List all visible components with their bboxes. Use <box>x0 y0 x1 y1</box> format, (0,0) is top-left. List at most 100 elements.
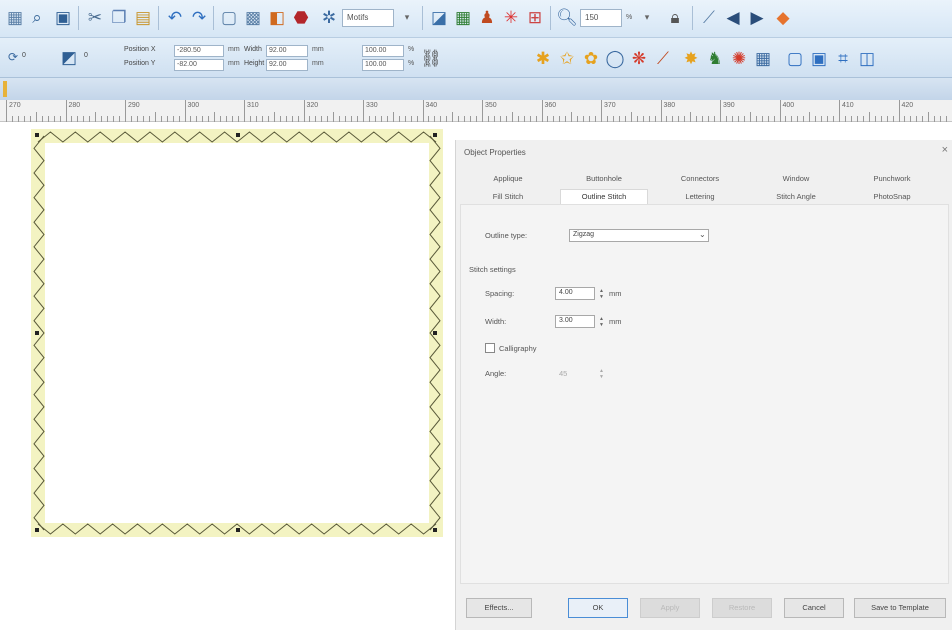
tab-window[interactable]: Window <box>752 172 840 186</box>
grid-icon[interactable]: ⊞ <box>524 6 546 28</box>
tab-punchwork[interactable]: Punchwork <box>848 172 936 186</box>
embroidery-view-icon[interactable]: ▦ <box>452 6 474 28</box>
width-label: Width <box>244 46 262 53</box>
selection-handle-left[interactable] <box>35 331 39 335</box>
cancel-button[interactable]: Cancel <box>784 598 844 618</box>
outline-type-select[interactable]: Zigzag <box>569 229 709 242</box>
recenter-icon[interactable]: ✳ <box>500 6 522 28</box>
width-stepper[interactable]: ▲ ▼ <box>597 315 606 328</box>
ruler-tick <box>154 112 156 122</box>
object-count: 0 <box>84 52 88 59</box>
cut-icon[interactable]: ✂ <box>84 6 106 28</box>
width-field[interactable]: 3.00 <box>555 315 595 328</box>
spacing-stepper[interactable]: ▲ ▼ <box>597 287 606 300</box>
zoom-icon[interactable]: 🔍︎ <box>556 6 578 28</box>
motif-dropdown[interactable]: Motifs <box>342 9 394 27</box>
selection-handle-bottom-right[interactable] <box>433 528 437 532</box>
artwork-view-icon[interactable]: ◪ <box>428 6 450 28</box>
chevron-down-icon[interactable]: ▾ <box>396 6 418 28</box>
rotate-icon[interactable]: ⟳ <box>2 46 24 68</box>
calligraphy-checkbox[interactable] <box>485 343 495 353</box>
selection-handle-top-left[interactable] <box>35 133 39 137</box>
tab-lettering[interactable]: Lettering <box>656 190 744 204</box>
stitch-player-icon[interactable]: ✲ <box>318 6 340 28</box>
select-object-icon[interactable]: ▢ <box>218 6 240 28</box>
save-icon[interactable]: ▣ <box>52 6 74 28</box>
tab-stitch-angle[interactable]: Stitch Angle <box>752 190 840 204</box>
band-grip[interactable] <box>3 81 7 97</box>
next-icon[interactable]: ▶ <box>746 6 768 28</box>
zoom-box-icon[interactable]: ⌕ <box>26 6 48 28</box>
frame-icon[interactable]: ▢ <box>784 47 806 69</box>
tab-fill-stitch[interactable]: Fill Stitch <box>464 190 552 204</box>
lock-icon[interactable]: 🔒︎ <box>664 6 686 28</box>
percent-label: % <box>408 60 415 67</box>
ruler-tick <box>898 100 900 122</box>
stop-sequence-icon[interactable]: ⬣ <box>290 6 312 28</box>
stitch-settings-label: Stitch settings <box>469 265 516 274</box>
tab-photosnap[interactable]: PhotoSnap <box>848 190 936 204</box>
card-icon[interactable]: ▣ <box>808 47 830 69</box>
ruler-number: 290 <box>128 102 140 109</box>
redo-icon[interactable]: ↷ <box>188 6 210 28</box>
scale-height-field[interactable]: 100.00 <box>362 59 404 71</box>
bird-icon[interactable]: ♞ <box>704 47 726 69</box>
grid-icon[interactable]: ⌗ <box>832 47 854 69</box>
object-size-icon[interactable]: ◩ <box>58 46 80 68</box>
previous-icon[interactable]: ◀ <box>722 6 744 28</box>
pattern-icon[interactable]: ❋ <box>628 47 650 69</box>
zoom-field[interactable]: 150 <box>580 9 622 27</box>
ruler-tick <box>571 112 573 122</box>
ruler-number: 310 <box>247 102 259 109</box>
shape-icon[interactable]: ✸ <box>680 47 702 69</box>
tab-connectors[interactable]: Connectors <box>656 172 744 186</box>
restore-button[interactable]: Restore <box>712 598 772 618</box>
proportional-lock-icon[interactable]: ⛓ <box>420 47 442 69</box>
outline-star-icon[interactable]: ✩ <box>556 47 578 69</box>
position-x-label: Position X <box>124 46 156 53</box>
ruler-tick <box>630 112 632 122</box>
effects-button[interactable]: Effects... <box>466 598 532 618</box>
select-all-icon[interactable]: ▩ <box>242 6 264 28</box>
selection-handle-bottom[interactable] <box>236 528 240 532</box>
circle-icon[interactable]: ◯ <box>604 47 626 69</box>
color-wheel-icon[interactable]: ◆ <box>772 6 794 28</box>
zigzag-outline-object[interactable] <box>0 122 460 562</box>
property-toolbar: ⟳ 0 ◩ 0 Position X -280.50 mm Position Y… <box>0 38 952 78</box>
color-palette-icon[interactable]: ◧ <box>266 6 288 28</box>
table-icon[interactable]: ▦ <box>752 47 774 69</box>
wand-icon[interactable]: ⟋ <box>652 47 674 69</box>
tab-applique[interactable]: Applique <box>464 172 552 186</box>
canvas-icon[interactable]: ◫ <box>856 47 878 69</box>
ruler-tick <box>749 112 751 122</box>
copy-icon[interactable]: ❐ <box>108 6 130 28</box>
star-shape-icon[interactable]: ✱ <box>532 47 554 69</box>
ruler-tick <box>333 112 335 122</box>
object-fill-area <box>38 136 436 530</box>
save-to-template-button[interactable]: Save to Template <box>854 598 946 618</box>
position-x-field[interactable]: -280.50 <box>174 45 224 57</box>
ruler-tick <box>928 112 930 122</box>
selection-handle-top-right[interactable] <box>433 133 437 137</box>
scale-width-field[interactable]: 100.00 <box>362 45 404 57</box>
gear-icon[interactable]: ✺ <box>728 47 750 69</box>
3d-view-icon[interactable]: ▦ <box>4 6 26 28</box>
undo-icon[interactable]: ↶ <box>164 6 186 28</box>
selection-handle-bottom-left[interactable] <box>35 528 39 532</box>
height-field[interactable]: 92.00 <box>266 59 308 71</box>
flower-icon[interactable]: ✿ <box>580 47 602 69</box>
width-field[interactable]: 92.00 <box>266 45 308 57</box>
tab-outline-stitch[interactable]: Outline Stitch <box>560 189 648 205</box>
chevron-down-icon[interactable]: ▾ <box>636 6 658 28</box>
tab-buttonhole[interactable]: Buttonhole <box>560 172 648 186</box>
appliance-icon[interactable]: ♟ <box>476 6 498 28</box>
close-icon[interactable]: × <box>942 144 948 156</box>
node-edit-icon[interactable]: ⟋ <box>698 6 720 28</box>
position-y-field[interactable]: -82.00 <box>174 59 224 71</box>
paste-icon[interactable]: ▤ <box>132 6 154 28</box>
ok-button[interactable]: OK <box>568 598 628 618</box>
spacing-field[interactable]: 4.00 <box>555 287 595 300</box>
selection-handle-right[interactable] <box>433 331 437 335</box>
apply-button[interactable]: Apply <box>640 598 700 618</box>
selection-handle-top[interactable] <box>236 133 240 137</box>
